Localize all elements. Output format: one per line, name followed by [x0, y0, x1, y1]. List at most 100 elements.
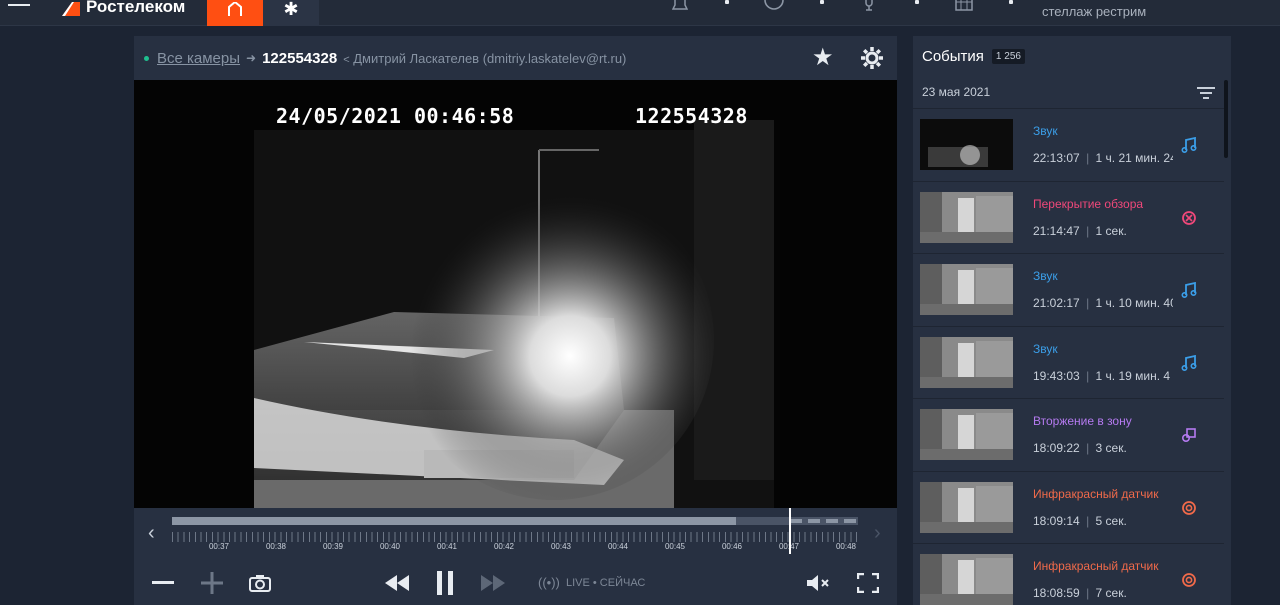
tab-cameras[interactable]: ✱: [263, 0, 319, 26]
fast-forward-button[interactable]: [480, 570, 506, 596]
event-thumbnail[interactable]: [920, 409, 1013, 460]
online-status-dot: [144, 55, 149, 61]
share-icon: <: [343, 53, 350, 66]
meta-separator: |: [1086, 151, 1090, 165]
live-broadcast-icon[interactable]: ((•)): [538, 575, 560, 590]
timeline-cursor[interactable]: [789, 508, 791, 554]
meta-separator: |: [1086, 513, 1090, 528]
event-item[interactable]: Вторжение в зону 18:09:22 | 3 сек.: [913, 398, 1224, 470]
timeline-tick-label: 00:38: [265, 542, 287, 551]
separator-dot: [1009, 0, 1013, 4]
rewind-button[interactable]: [384, 570, 410, 596]
menu-icon[interactable]: [8, 0, 30, 12]
event-title: Звук: [1033, 341, 1058, 356]
event-title: Звук: [1033, 269, 1058, 283]
rostelecom-logo-icon: [62, 2, 80, 16]
snowflake-icon: ✱: [283, 0, 299, 19]
microphone-icon[interactable]: [858, 0, 880, 14]
event-duration: 1 ч. 19 мин. 4 ...: [1095, 368, 1173, 383]
snapshot-camera-icon[interactable]: [247, 570, 273, 596]
event-duration: 7 сек.: [1095, 586, 1127, 600]
event-meta: 18:08:59 | 7 сек.: [1033, 586, 1173, 600]
event-thumbnail[interactable]: [920, 264, 1013, 315]
event-duration: 1 ч. 10 мин. 40...: [1095, 296, 1173, 310]
event-time: 18:09:14: [1033, 513, 1080, 528]
timeline-recorded-range: [172, 517, 736, 525]
event-time: 22:13:07: [1033, 151, 1080, 165]
live-now-label[interactable]: LIVE • СЕЙЧАС: [566, 577, 645, 589]
event-duration: 1 ч. 21 мин. 24...: [1095, 151, 1173, 165]
events-count-badge: 1 256: [991, 49, 1025, 64]
event-thumbnail[interactable]: [920, 481, 1013, 533]
event-thumbnail[interactable]: [920, 119, 1013, 170]
brand-logo[interactable]: Ростелеком: [62, 0, 185, 20]
event-time: 18:09:22: [1033, 441, 1080, 455]
brand-name: Ростелеком: [86, 0, 186, 16]
event-duration: 3 сек.: [1095, 441, 1127, 455]
mute-icon[interactable]: [806, 570, 832, 596]
event-thumbnail[interactable]: [920, 554, 1013, 605]
timeline-tick-label: 00:45: [664, 542, 686, 551]
event-item[interactable]: Звук 22:13:07 | 1 ч. 21 мин. 24...: [913, 108, 1224, 180]
infrared-sensor-icon: [1181, 500, 1197, 516]
user-icon[interactable]: [763, 0, 785, 14]
all-cameras-link[interactable]: Все камеры: [157, 50, 240, 67]
event-duration: 5 сек.: [1095, 513, 1127, 528]
meta-separator: |: [1086, 441, 1090, 455]
event-item[interactable]: Звук 19:43:03 | 1 ч. 19 мин. 4 ...: [913, 325, 1224, 398]
calendar-icon[interactable]: [953, 0, 975, 14]
events-panel: События 1 256 23 мая 2021 Звук 22:13:07 …: [913, 36, 1231, 605]
event-duration: 1 сек.: [1095, 223, 1127, 238]
home-icon: [228, 2, 242, 16]
event-meta: 21:02:17 | 1 ч. 10 мин. 40...: [1033, 296, 1173, 310]
event-thumbnail[interactable]: [920, 191, 1013, 243]
zoom-in-button[interactable]: [200, 570, 224, 596]
top-bar: Ростелеком ✱ стеллаж рестрим: [0, 0, 1280, 26]
blocked-view-icon: [1181, 210, 1197, 226]
timeline-track[interactable]: [172, 517, 858, 525]
timeline-future-range: [790, 519, 858, 523]
player-header: Все камеры ➜ 122554328 < Дмитрий Ласкате…: [134, 36, 897, 80]
separator-dot: [915, 0, 919, 4]
music-note-icon: [1181, 136, 1197, 154]
meta-separator: |: [1086, 223, 1090, 238]
meta-separator: |: [1086, 368, 1090, 383]
zone-intrusion-icon: [1181, 427, 1197, 443]
bell-icon[interactable]: [669, 0, 691, 14]
event-item[interactable]: Инфракрасный датчик 18:09:14 | 5 сек.: [913, 470, 1224, 543]
event-meta: 22:13:07 | 1 ч. 21 мин. 24...: [1033, 151, 1173, 165]
filter-icon[interactable]: [1197, 87, 1215, 101]
osd-camera-id: 122554328: [635, 104, 748, 128]
meta-separator: |: [1086, 296, 1090, 310]
zoom-out-button[interactable]: [151, 570, 175, 596]
event-thumbnail[interactable]: [920, 336, 1013, 388]
timeline-next-icon[interactable]: ›: [874, 522, 881, 545]
player-controls: ((•)) LIVE • СЕЙЧАС: [134, 560, 897, 605]
infrared-sensor-icon: [1181, 572, 1197, 588]
tab-home[interactable]: [207, 0, 263, 26]
video-feed[interactable]: 24/05/2021 00:46:58 122554328: [134, 80, 897, 508]
event-item[interactable]: Инфракрасный датчик 18:08:59 | 7 сек.: [913, 543, 1224, 605]
pause-button[interactable]: [432, 570, 458, 596]
fullscreen-icon[interactable]: [855, 570, 881, 596]
account-name[interactable]: стеллаж рестрим: [1042, 4, 1146, 19]
timeline-tick-label: 00:48: [835, 542, 857, 551]
event-title: Инфракрасный датчик: [1033, 486, 1159, 501]
event-meta: 18:09:22 | 3 сек.: [1033, 441, 1173, 455]
breadcrumb-arrow-icon: ➜: [246, 51, 257, 65]
timeline-tick-label: 00:46: [721, 542, 743, 551]
favorite-star-icon[interactable]: ★: [812, 46, 834, 70]
owner-text: Дмитрий Ласкателев (dmitriy.laskatelev@r…: [353, 50, 627, 66]
event-title: Перекрытие обзора: [1033, 196, 1144, 211]
event-time: 21:02:17: [1033, 296, 1080, 310]
event-item[interactable]: Звук 21:02:17 | 1 ч. 10 мин. 40...: [913, 253, 1224, 325]
meta-separator: |: [1086, 586, 1090, 600]
event-item[interactable]: Перекрытие обзора 21:14:47 | 1 сек.: [913, 180, 1224, 253]
event-meta: 19:43:03 | 1 ч. 19 мин. 4 ...: [1033, 369, 1173, 383]
events-date: 23 мая 2021: [922, 85, 991, 99]
timeline[interactable]: ‹ › 00:37 00:38 00:39 00:40 00:41 00:42 00:43 0…: [134, 508, 897, 560]
timeline-ticks: [172, 532, 858, 542]
timeline-prev-icon[interactable]: ‹: [148, 522, 155, 545]
settings-gear-icon[interactable]: [860, 46, 884, 70]
events-scrollbar[interactable]: [1224, 80, 1228, 158]
